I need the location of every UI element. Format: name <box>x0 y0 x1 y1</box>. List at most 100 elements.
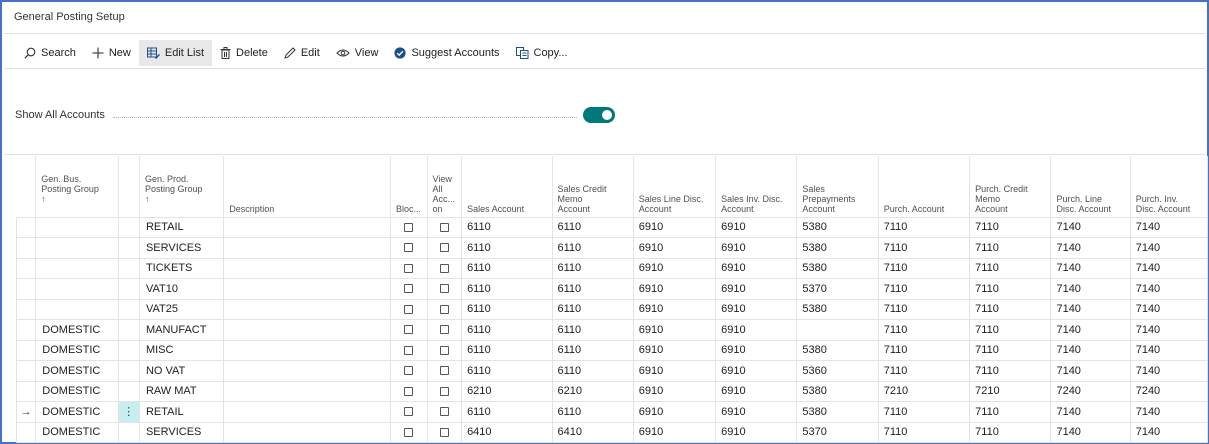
purch-credit-memo-account-cell[interactable]: 7110 <box>969 401 1052 423</box>
purch-inv-disc-account-cell[interactable]: 7140 <box>1129 360 1209 382</box>
sales-inv-disc-account-cell[interactable]: 6910 <box>715 360 798 382</box>
gen-prod-posting-group-cell[interactable]: MISC <box>138 339 225 361</box>
purch-credit-memo-account-cell[interactable]: 7210 <box>969 380 1052 402</box>
view-all-accounts-checkbox[interactable] <box>439 243 449 253</box>
sales-inv-disc-account-cell[interactable]: 6910 <box>715 278 798 300</box>
sales-line-disc-account-cell[interactable]: 6910 <box>632 278 717 300</box>
purch-inv-disc-account-header[interactable]: Purch. Inv. Disc. Account <box>1130 156 1209 217</box>
purch-line-disc-account-cell[interactable]: 7140 <box>1050 421 1131 443</box>
row-actions-button[interactable] <box>117 339 140 361</box>
sales-prepayments-account-cell[interactable]: 5360 <box>796 360 879 382</box>
purch-credit-memo-account-cell[interactable]: 7110 <box>969 319 1052 341</box>
purch-credit-memo-account-cell[interactable]: 7110 <box>969 339 1052 361</box>
view-button[interactable]: View <box>328 40 387 66</box>
sales-prepayments-account-cell[interactable]: 5370 <box>796 278 879 300</box>
view-all-accounts-checkbox[interactable] <box>439 345 449 355</box>
gen-prod-posting-group-cell[interactable]: VAT10 <box>138 278 225 300</box>
description-cell[interactable] <box>223 380 391 402</box>
gen-bus-posting-group-cell[interactable]: DOMESTIC <box>35 339 119 361</box>
purch-credit-memo-account-cell[interactable]: 7110 <box>969 216 1052 238</box>
sales-inv-disc-account-cell[interactable]: 6910 <box>715 237 798 259</box>
sales-account-cell[interactable]: 6110 <box>461 216 553 238</box>
purch-account-cell[interactable]: 7110 <box>877 278 971 300</box>
table-row[interactable]: DOMESTIC MISC 6110 6110 6910 6910 5380 7110 7110… <box>15 339 1209 361</box>
row-actions-button[interactable] <box>117 278 140 300</box>
gen-bus-posting-group-cell[interactable]: DOMESTIC <box>35 380 119 402</box>
sales-inv-disc-account-cell[interactable]: 6910 <box>715 298 798 320</box>
purch-inv-disc-account-cell[interactable]: 7140 <box>1129 401 1209 423</box>
purch-inv-disc-account-cell[interactable]: 7140 <box>1129 257 1209 279</box>
description-header[interactable]: Description <box>223 156 391 217</box>
delete-button[interactable]: Delete <box>212 40 276 66</box>
sales-line-disc-account-cell[interactable]: 6910 <box>632 237 717 259</box>
blocked-checkbox[interactable] <box>404 386 414 396</box>
gen-prod-posting-group-cell[interactable]: RETAIL <box>138 216 225 238</box>
sales-account-cell[interactable]: 6110 <box>461 278 553 300</box>
sales-account-cell[interactable]: 6110 <box>461 360 553 382</box>
blocked-checkbox[interactable] <box>404 284 414 294</box>
description-cell[interactable] <box>223 319 391 341</box>
sales-account-header[interactable]: Sales Account <box>461 156 553 217</box>
edit-list-button[interactable]: Edit List <box>138 40 213 66</box>
purch-line-disc-account-cell[interactable]: 7140 <box>1050 319 1131 341</box>
sales-line-disc-account-cell[interactable]: 6910 <box>632 216 717 238</box>
sales-line-disc-account-cell[interactable]: 6910 <box>632 319 717 341</box>
row-actions-button[interactable] <box>117 257 140 279</box>
blocked-checkbox[interactable] <box>404 222 414 232</box>
purch-credit-memo-account-cell[interactable]: 7110 <box>969 298 1052 320</box>
sales-account-cell[interactable]: 6110 <box>461 401 553 423</box>
sales-prepayments-account-cell[interactable]: 5380 <box>796 257 879 279</box>
purch-account-cell[interactable]: 7110 <box>877 319 971 341</box>
blocked-checkbox[interactable] <box>404 243 414 253</box>
purch-inv-disc-account-cell[interactable]: 7140 <box>1129 319 1209 341</box>
purch-line-disc-account-cell[interactable]: 7140 <box>1050 237 1131 259</box>
sales-account-cell[interactable]: 6110 <box>461 257 553 279</box>
gen-prod-posting-group-cell[interactable]: VAT25 <box>138 298 225 320</box>
view-all-accounts-checkbox[interactable] <box>439 366 449 376</box>
description-cell[interactable] <box>223 421 391 443</box>
view-all-accounts-checkbox[interactable] <box>439 222 449 232</box>
gen-prod-posting-group-cell[interactable]: TICKETS <box>138 257 225 279</box>
purch-account-cell[interactable]: 7210 <box>877 380 971 402</box>
purch-account-cell[interactable]: 7110 <box>877 360 971 382</box>
row-actions-button[interactable] <box>117 298 140 320</box>
purch-inv-disc-account-cell[interactable]: 7140 <box>1129 298 1209 320</box>
gen-bus-posting-group-cell[interactable] <box>35 278 119 300</box>
table-row[interactable]: DOMESTIC RAW MAT 6210 6210 6910 6910 5380 7210 7… <box>15 380 1209 402</box>
purch-credit-memo-account-cell[interactable]: 7110 <box>969 421 1052 443</box>
sales-credit-memo-account-cell[interactable]: 6110 <box>551 339 634 361</box>
sales-line-disc-account-cell[interactable]: 6910 <box>632 257 717 279</box>
purch-inv-disc-account-cell[interactable]: 7140 <box>1129 216 1209 238</box>
description-cell[interactable] <box>223 360 391 382</box>
sales-account-cell[interactable]: 6110 <box>461 319 553 341</box>
sales-account-cell[interactable]: 6210 <box>461 380 553 402</box>
view-all-accounts-checkbox[interactable] <box>439 407 449 417</box>
sales-credit-memo-account-cell[interactable]: 6110 <box>551 319 634 341</box>
gen-prod-posting-group-cell[interactable]: SERVICES <box>138 237 225 259</box>
sales-credit-memo-account-cell[interactable]: 6110 <box>551 216 634 238</box>
blocked-checkbox[interactable] <box>404 427 414 437</box>
purch-line-disc-account-cell[interactable]: 7140 <box>1050 339 1131 361</box>
purch-account-cell[interactable]: 7110 <box>877 298 971 320</box>
description-cell[interactable] <box>223 237 391 259</box>
view-all-accounts-checkbox[interactable] <box>439 325 449 335</box>
table-row[interactable]: → DOMESTIC ⋮ RETAIL 6110 6110 6910 6910 5380 7110… <box>15 401 1209 423</box>
sales-inv-disc-account-cell[interactable]: 6910 <box>715 401 798 423</box>
description-cell[interactable] <box>223 257 391 279</box>
gen-bus-posting-group-cell[interactable]: DOMESTIC <box>35 360 119 382</box>
sales-prepayments-account-cell[interactable]: 5380 <box>796 216 879 238</box>
row-actions-button[interactable] <box>117 421 140 443</box>
description-cell[interactable] <box>223 339 391 361</box>
sales-line-disc-account-cell[interactable]: 6910 <box>632 339 717 361</box>
purch-line-disc-account-cell[interactable]: 7140 <box>1050 401 1131 423</box>
search-button[interactable]: Search <box>16 40 84 66</box>
purch-inv-disc-account-cell[interactable]: 7140 <box>1129 339 1209 361</box>
gen-prod-posting-group-cell[interactable]: NO VAT <box>138 360 225 382</box>
row-actions-button[interactable] <box>117 319 140 341</box>
sales-credit-memo-account-cell[interactable]: 6110 <box>551 360 634 382</box>
sales-credit-memo-account-cell[interactable]: 6110 <box>551 298 634 320</box>
sales-credit-memo-account-cell[interactable]: 6110 <box>551 278 634 300</box>
blocked-checkbox[interactable] <box>404 304 414 314</box>
sales-inv-disc-account-header[interactable]: Sales Inv. Disc. Account <box>715 156 798 217</box>
gen-bus-posting-group-cell[interactable]: DOMESTIC <box>35 401 119 423</box>
